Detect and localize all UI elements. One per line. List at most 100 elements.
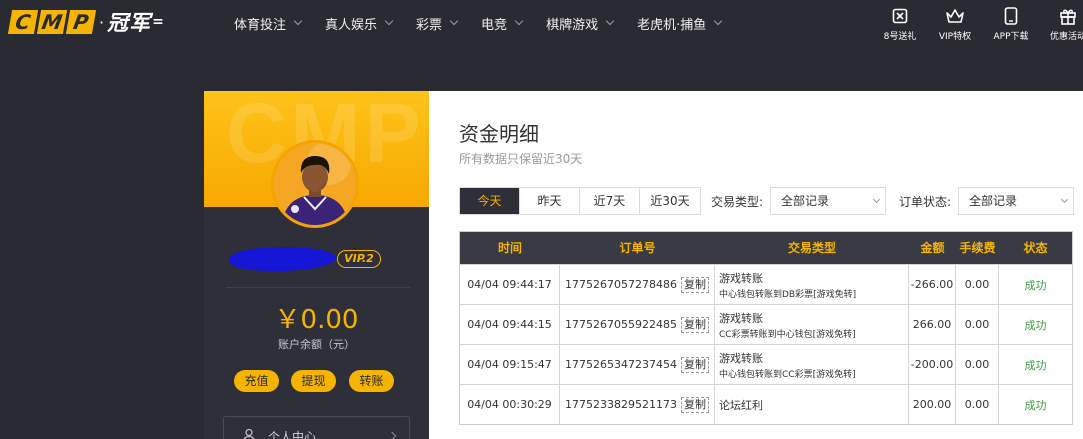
header-status: 状态 (1023, 241, 1048, 255)
nav-item-slots-fishing[interactable]: 老虎机·捕鱼 (637, 14, 723, 33)
nav-label: 彩票 (416, 17, 443, 33)
quick-link-label: VIP特权 (938, 32, 972, 42)
cell-transaction-type: 游戏转账 中心钱包转账到DB彩票[游戏免转] (715, 265, 909, 304)
nav-label: 老虎机·捕鱼 (637, 17, 707, 33)
gift-icon (1059, 6, 1077, 26)
order-number: 1775233829521173 (565, 398, 677, 411)
table-row: 04/04 09:44:15 1775267055922485 复制 游戏转账 … (460, 304, 1072, 344)
type-main: 游戏转账 (719, 311, 763, 325)
table-row: 04/04 09:44:17 1775267057278486 复制 游戏转账 … (460, 264, 1072, 304)
cell-order-number: 1775265347237454 复制 (560, 345, 715, 384)
cell-transaction-type: 游戏转账 中心钱包转账到CC彩票[游戏免转] (715, 345, 909, 384)
quick-link-promotions[interactable]: 优惠活动 (1038, 6, 1083, 42)
main-nav: 体育投注 真人娱乐 彩票 电竞 棋牌游戏 老虎机·捕鱼 (234, 0, 745, 46)
vip-badge[interactable]: VIP.2 (337, 250, 381, 268)
logo-letter-p: P (65, 10, 97, 34)
fund-details-panel: 资金明细 所有数据只保留近30天 今天 昨天 近7天 近30天 交易类型: 全部… (429, 91, 1083, 439)
chevron-down-icon (713, 16, 723, 26)
chevron-down-icon (1060, 195, 1069, 204)
type-detail: 中心钱包转账到CC彩票[游戏免转] (719, 369, 856, 380)
transaction-type-select[interactable]: 全部记录 (770, 187, 886, 215)
header-transaction-type: 交易类型 (787, 241, 836, 255)
account-sidebar: CMP VIP.2 ￥0.00 账户余额（元） 充值 提现 转账 个人中心 (204, 91, 429, 439)
cell-time: 04/04 09:44:15 (460, 305, 560, 344)
logo-letter-m: M (36, 10, 68, 34)
account-balance: ￥0.00 (274, 305, 359, 335)
withdraw-button[interactable]: 提现 (291, 370, 336, 392)
cell-time: 04/04 09:15:47 (460, 345, 560, 384)
avatar[interactable] (271, 140, 359, 228)
nav-item-card-games[interactable]: 棋牌游戏 (546, 14, 615, 33)
type-detail: CC彩票转账到中心钱包[游戏免转] (719, 329, 856, 340)
gift-card-icon (892, 6, 908, 26)
transactions-table: 时间 订单号 交易类型 金额 手续费 状态 04/04 09:44:17 177… (459, 231, 1073, 425)
select-value: 全部记录 (781, 194, 830, 208)
order-number: 1775267055922485 (565, 318, 677, 331)
table-row: 04/04 00:30:29 1775233829521173 复制 论坛红利 … (460, 384, 1072, 424)
nav-item-lottery[interactable]: 彩票 (416, 14, 459, 33)
logo-dot: · (99, 12, 105, 32)
cell-status: 成功 (1024, 398, 1047, 412)
nav-label: 真人娱乐 (325, 17, 378, 33)
logo-tail-mark: = (152, 14, 164, 30)
type-main: 游戏转账 (719, 271, 763, 285)
quick-link-gift-card[interactable]: 8号送礼 (870, 6, 930, 42)
cell-amount: -266.00 (909, 265, 956, 304)
nav-label: 体育投注 (234, 17, 287, 33)
cell-amount: -200.00 (909, 345, 956, 384)
top-navbar: C M P · 冠军 = 体育投注 真人娱乐 彩票 电竞 棋牌游戏 老虎机·捕鱼… (0, 0, 1083, 46)
cell-order-number: 1775267057278486 复制 (560, 265, 715, 304)
tab-today[interactable]: 今天 (460, 188, 520, 214)
chevron-down-icon (449, 16, 459, 26)
sidebar-item-personal-center[interactable]: 个人中心 (223, 416, 410, 439)
order-status-select[interactable]: 全部记录 (958, 187, 1074, 215)
quick-link-app-download[interactable]: APP下载 (981, 6, 1041, 42)
quick-link-vip[interactable]: VIP特权 (925, 6, 985, 42)
cell-order-number: 1775233829521173 复制 (560, 385, 715, 424)
chevron-down-icon (605, 16, 615, 26)
nav-item-live-casino[interactable]: 真人娱乐 (325, 14, 394, 33)
table-row: 04/04 09:15:47 1775265347237454 复制 游戏转账 … (460, 344, 1072, 384)
tab-yesterday[interactable]: 昨天 (520, 188, 580, 214)
tab-last-7-days[interactable]: 近7天 (580, 188, 640, 214)
balance-label: 账户余额（元） (278, 338, 355, 351)
cell-fee: 0.00 (956, 305, 999, 344)
brand-logo[interactable]: C M P · 冠军 = (7, 9, 164, 35)
cell-amount: 266.00 (909, 305, 956, 344)
type-main: 论坛红利 (719, 398, 763, 412)
transfer-button[interactable]: 转账 (349, 370, 394, 392)
copy-button[interactable]: 复制 (680, 356, 709, 373)
copy-button[interactable]: 复制 (680, 316, 709, 333)
type-main: 游戏转账 (719, 351, 763, 365)
type-detail: 中心钱包转账到DB彩票[游戏免转] (719, 289, 857, 300)
page-title: 资金明细 (459, 122, 539, 146)
deposit-button[interactable]: 充值 (234, 370, 279, 392)
nav-label: 电竞 (481, 17, 508, 33)
tab-last-30-days[interactable]: 近30天 (640, 188, 700, 214)
table-header: 时间 订单号 交易类型 金额 手续费 状态 (460, 232, 1072, 264)
cell-transaction-type: 游戏转账 CC彩票转账到中心钱包[游戏免转] (715, 305, 909, 344)
cell-fee: 0.00 (956, 385, 999, 424)
nav-item-esports[interactable]: 电竞 (481, 14, 524, 33)
logo-letters: C M P (7, 10, 97, 34)
copy-button[interactable]: 复制 (680, 396, 709, 413)
chevron-down-icon (384, 16, 394, 26)
cell-status: 成功 (1024, 318, 1047, 332)
sidebar-item-label: 个人中心 (268, 429, 317, 439)
order-status-label: 订单状态: (899, 195, 952, 209)
quick-link-label: 优惠活动 (1049, 32, 1083, 42)
copy-button[interactable]: 复制 (680, 276, 709, 293)
cell-status: 成功 (1024, 278, 1047, 292)
page-subtitle: 所有数据只保留近30天 (459, 152, 583, 166)
logo-letter-c: C (7, 10, 39, 34)
header-amount: 金额 (920, 241, 945, 255)
cell-fee: 0.00 (956, 345, 999, 384)
user-icon (242, 427, 256, 439)
crown-icon (945, 6, 965, 26)
cell-time: 04/04 00:30:29 (460, 385, 560, 424)
nav-label: 棋牌游戏 (546, 17, 599, 33)
sidebar-divider (226, 287, 410, 288)
nav-item-sports[interactable]: 体育投注 (234, 14, 303, 33)
user-row: VIP.2 (204, 247, 429, 271)
chevron-down-icon (872, 195, 881, 204)
